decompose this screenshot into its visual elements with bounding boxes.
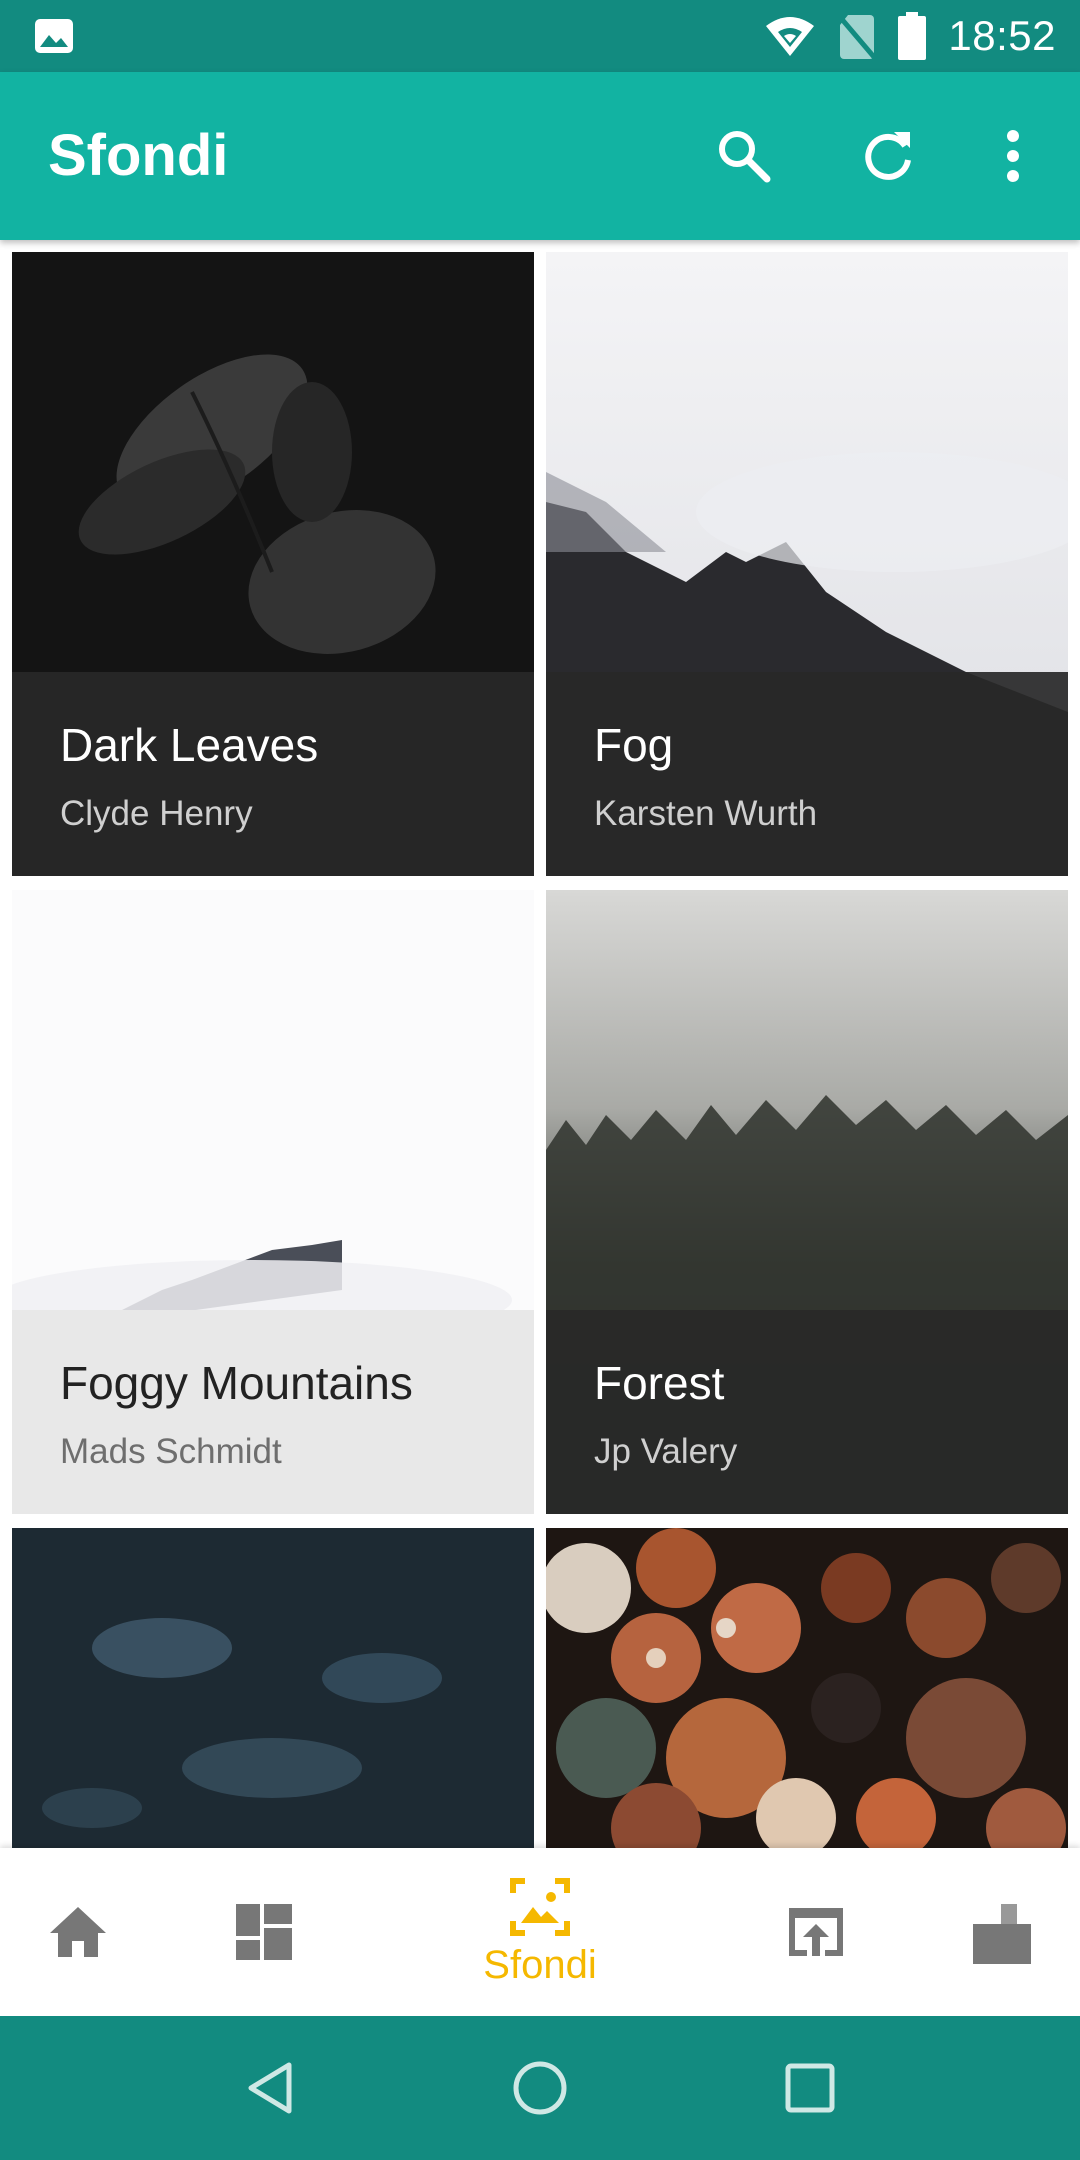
nav-wallpapers[interactable]: Sfondi bbox=[450, 1848, 630, 2016]
wallpaper-name: Fog bbox=[594, 719, 674, 771]
wallpaper-thumbnail bbox=[546, 1528, 1068, 1848]
wallpaper-name: Foggy Mountains bbox=[60, 1357, 413, 1409]
bottom-navigation: Sfondi bbox=[0, 1848, 1080, 2016]
wallpaper-name: Dark Leaves bbox=[60, 719, 319, 771]
nav-home[interactable] bbox=[28, 1848, 128, 2016]
refresh-button[interactable] bbox=[844, 112, 932, 200]
wallpaper-grid: Dark Leaves Clyde Henry Fog Karsten Wurt… bbox=[0, 240, 1080, 1848]
wallpaper-card[interactable]: Fog Karsten Wurth bbox=[546, 252, 1068, 876]
clock: 18:52 bbox=[948, 12, 1056, 59]
wallpaper-thumbnail bbox=[12, 1528, 534, 1848]
wallpapers-icon bbox=[510, 1877, 570, 1936]
nav-apply[interactable] bbox=[766, 1848, 866, 2016]
wallpaper-card[interactable] bbox=[12, 1528, 534, 1848]
wallpaper-card[interactable]: Dark Leaves Clyde Henry bbox=[12, 252, 534, 876]
wallpaper-info: Forest Jp Valery bbox=[546, 1310, 1068, 1514]
wallpaper-info: Foggy Mountains Mads Schmidt bbox=[12, 1310, 534, 1514]
no-sim-icon bbox=[838, 15, 877, 59]
wallpaper-info: Fog Karsten Wurth bbox=[546, 672, 1068, 876]
recents-icon bbox=[785, 2063, 835, 2113]
wallpaper-card[interactable]: Forest Jp Valery bbox=[546, 890, 1068, 1514]
status-bar: 18:52 bbox=[0, 0, 1080, 72]
recents-button[interactable] bbox=[774, 2052, 846, 2124]
apply-icon bbox=[789, 1908, 843, 1956]
back-button[interactable] bbox=[234, 2052, 306, 2124]
nav-requests[interactable] bbox=[952, 1848, 1052, 2016]
wallpaper-author: Clyde Henry bbox=[60, 794, 253, 833]
wallpaper-card[interactable]: Foggy Mountains Mads Schmidt bbox=[12, 890, 534, 1514]
system-navigation-bar bbox=[0, 2016, 1080, 2160]
wallpaper-name: Forest bbox=[594, 1357, 725, 1409]
more-options-button[interactable] bbox=[969, 112, 1057, 200]
search-button[interactable] bbox=[700, 112, 788, 200]
nav-dashboard[interactable] bbox=[214, 1848, 314, 2016]
wallpaper-info: Dark Leaves Clyde Henry bbox=[12, 672, 534, 876]
app-bar: Sfondi bbox=[0, 72, 1080, 240]
page-title: Sfondi bbox=[48, 123, 229, 188]
wallpaper-author: Karsten Wurth bbox=[594, 794, 818, 833]
wallpaper-author: Mads Schmidt bbox=[60, 1432, 282, 1471]
nav-wallpapers-label: Sfondi bbox=[483, 1942, 597, 1987]
requests-icon bbox=[973, 1904, 1031, 1964]
search-icon bbox=[719, 131, 771, 183]
dashboard-icon bbox=[236, 1904, 292, 1960]
gallery-notification-icon bbox=[35, 19, 73, 53]
home-button[interactable] bbox=[504, 2052, 576, 2124]
wifi-icon bbox=[766, 17, 815, 56]
home-icon bbox=[50, 1907, 106, 1957]
wallpaper-card[interactable] bbox=[546, 1528, 1068, 1848]
back-icon bbox=[248, 2062, 292, 2114]
more-vert-icon bbox=[1007, 130, 1019, 182]
wallpaper-author: Jp Valery bbox=[594, 1432, 738, 1471]
circle-home-icon bbox=[513, 2061, 567, 2115]
refresh-icon bbox=[865, 132, 911, 180]
battery-icon bbox=[898, 12, 927, 60]
